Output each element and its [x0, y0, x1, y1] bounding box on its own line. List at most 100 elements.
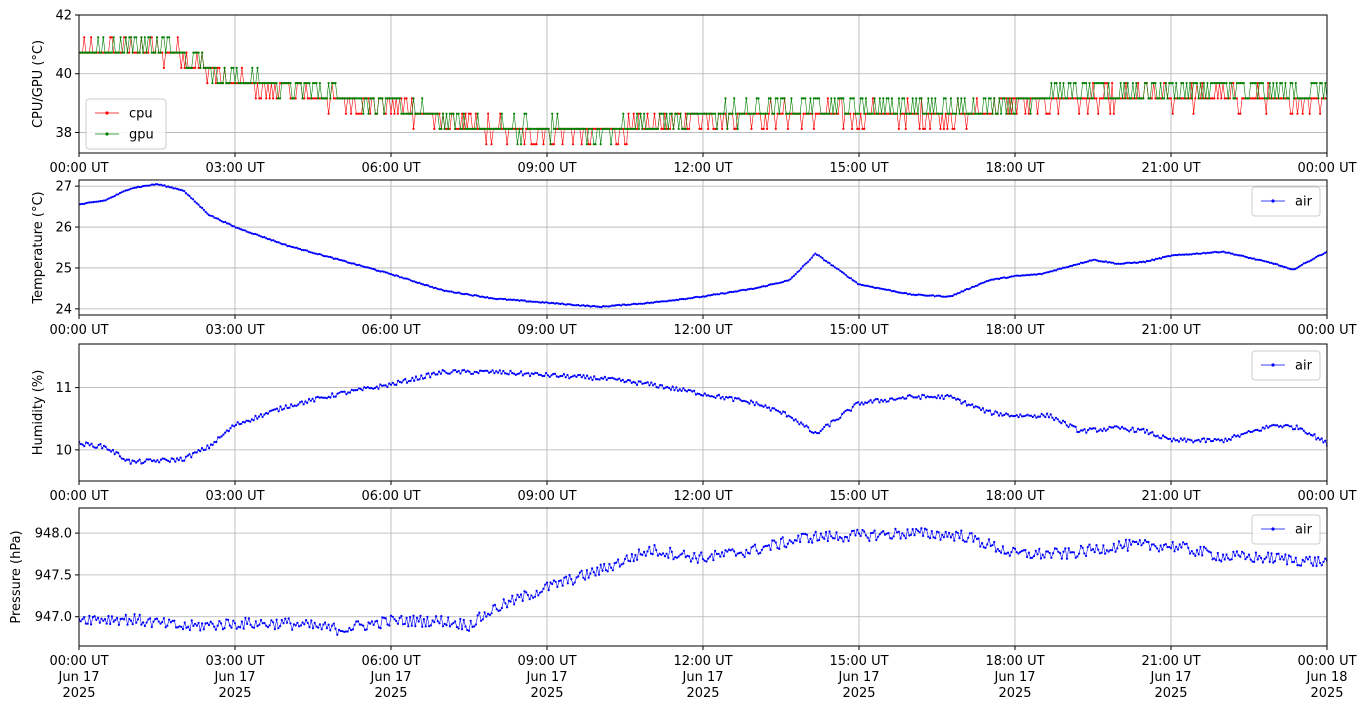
- data-point: [1074, 425, 1077, 428]
- x-tick-label: 12:00 UT: [673, 161, 732, 176]
- data-point: [1135, 82, 1138, 85]
- data-point: [591, 567, 594, 570]
- data-point: [240, 66, 243, 69]
- data-point: [979, 545, 982, 548]
- data-point: [821, 428, 824, 431]
- x-tick-label: Jun 17: [214, 670, 256, 685]
- data-point: [1031, 415, 1034, 419]
- data-point: [114, 618, 117, 622]
- data-point: [529, 374, 532, 378]
- data-point: [1276, 263, 1279, 266]
- data-point: [411, 376, 414, 379]
- data-point: [268, 624, 271, 627]
- data-point: [117, 193, 120, 196]
- data-point: [379, 627, 382, 630]
- data-point: [201, 51, 204, 54]
- data-point: [611, 569, 615, 572]
- y-tick-label: 38: [55, 126, 72, 141]
- data-point: [90, 623, 93, 626]
- data-point: [693, 551, 696, 555]
- data-point: [468, 370, 471, 373]
- data-point: [561, 143, 564, 146]
- data-point: [610, 143, 613, 146]
- x-tick-label: 18:00 UT: [985, 161, 1044, 176]
- data-point: [1217, 438, 1220, 441]
- data-point: [1178, 97, 1181, 100]
- y-tick-label: 26: [55, 221, 72, 236]
- data-point: [828, 112, 831, 115]
- data-point: [586, 374, 589, 377]
- data-point: [634, 381, 637, 384]
- data-point: [301, 97, 304, 100]
- y-tick-label: 40: [55, 67, 72, 82]
- data-point: [545, 581, 549, 584]
- data-point: [336, 633, 339, 636]
- data-point: [882, 400, 885, 403]
- data-point: [239, 626, 242, 629]
- data-point: [263, 622, 266, 625]
- data-point: [230, 626, 233, 629]
- data-point: [1063, 420, 1066, 424]
- data-point: [958, 398, 961, 401]
- data-point: [1121, 97, 1124, 100]
- data-point: [447, 616, 450, 619]
- data-point: [1059, 552, 1062, 555]
- data-point: [402, 379, 405, 382]
- data-point: [263, 413, 266, 416]
- data-point: [965, 127, 968, 130]
- data-point: [540, 590, 543, 593]
- data-point: [480, 619, 483, 622]
- data-point: [462, 618, 465, 622]
- data-point: [1091, 97, 1095, 100]
- data-point: [1281, 426, 1284, 429]
- data-point: [443, 370, 446, 373]
- data-point: [1169, 547, 1173, 550]
- data-point: [636, 558, 639, 561]
- data-point: [373, 386, 377, 390]
- data-point: [896, 112, 899, 115]
- data-point: [736, 127, 739, 130]
- data-point: [724, 97, 727, 100]
- data-point: [798, 423, 801, 426]
- data-point: [234, 423, 237, 427]
- data-point: [356, 389, 359, 392]
- data-point: [1078, 430, 1081, 433]
- data-point: [535, 589, 538, 592]
- data-point: [1126, 549, 1129, 552]
- data-point: [911, 97, 914, 100]
- data-point: [766, 112, 769, 115]
- data-point: [752, 545, 755, 548]
- data-point: [779, 537, 783, 541]
- data-point: [940, 394, 944, 397]
- data-point: [1211, 439, 1214, 443]
- data-point: [786, 127, 790, 130]
- data-point: [857, 401, 860, 404]
- data-point: [929, 127, 932, 130]
- data-point: [1208, 438, 1211, 441]
- data-point: [548, 375, 551, 378]
- data-point: [325, 397, 328, 400]
- data-point: [204, 210, 207, 213]
- data-point: [530, 594, 533, 597]
- data-point: [1161, 434, 1165, 437]
- data-point: [734, 112, 738, 115]
- data-point: [107, 614, 110, 618]
- data-point: [324, 621, 327, 624]
- data-point: [915, 396, 919, 399]
- data-point: [566, 582, 569, 585]
- data-point: [1265, 424, 1268, 427]
- data-point: [689, 560, 693, 563]
- data-point: [133, 460, 136, 463]
- x-tick-label: 12:00 UT: [673, 323, 732, 338]
- data-point: [1105, 97, 1108, 100]
- data-point: [95, 446, 98, 449]
- data-point: [897, 530, 901, 533]
- data-point: [1135, 540, 1138, 543]
- data-point: [183, 459, 186, 462]
- data-point: [981, 542, 984, 545]
- data-point: [511, 127, 514, 130]
- data-point: [490, 143, 493, 146]
- data-point: [1213, 97, 1216, 100]
- data-point: [853, 403, 856, 406]
- data-point: [935, 397, 938, 400]
